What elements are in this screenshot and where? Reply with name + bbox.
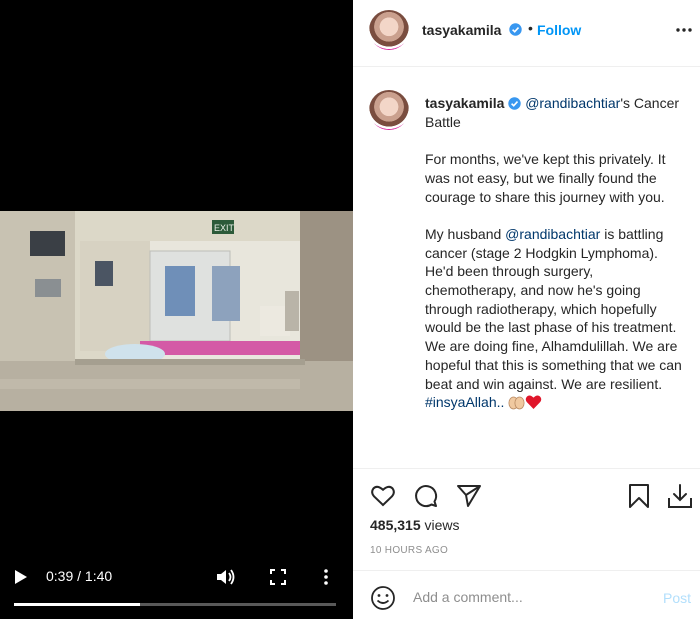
video-player[interactable]: EXIT 0:39 / 1:40	[0, 0, 353, 619]
caption-section: tasyakamila @randibachtiar's Cancer Batt…	[353, 68, 700, 468]
time-separator: /	[73, 568, 85, 584]
bookmark-icon[interactable]	[626, 483, 652, 509]
comment-icon[interactable]	[413, 483, 439, 509]
video-frame[interactable]: EXIT	[0, 211, 353, 411]
caption-paragraph-2-body: is battling cancer (stage 2 Hodgkin Lymp…	[425, 225, 686, 392]
hospital-room-scene: EXIT	[0, 211, 353, 411]
post-panel: tasyakamila • Follow tasyakamila @randib…	[353, 0, 700, 619]
video-controls: 0:39 / 1:40	[0, 560, 353, 619]
volume-icon[interactable]	[216, 568, 236, 586]
author-username[interactable]: tasyakamila	[422, 22, 501, 38]
video-time: 0:39 / 1:40	[46, 568, 112, 584]
author-avatar[interactable]	[369, 10, 409, 50]
more-horizontal-icon[interactable]	[675, 20, 693, 40]
views-number: 485,315	[370, 517, 421, 533]
play-icon[interactable]	[14, 569, 28, 585]
post-header: tasyakamila • Follow	[353, 0, 700, 67]
caption-title-mention[interactable]: @randibachtiar	[525, 95, 620, 111]
comment-bar: Post	[353, 570, 700, 619]
instagram-post-view: EXIT 0:39 / 1:40 tasyakamila • Follow ta…	[0, 0, 700, 619]
download-icon[interactable]	[667, 483, 693, 509]
share-icon[interactable]	[456, 483, 482, 509]
caption-paragraph-1: For months, we've kept this privately. I…	[425, 151, 666, 205]
caption-author-avatar[interactable]	[369, 90, 409, 130]
caption-hashtag[interactable]: #insyaAllah..	[425, 394, 504, 410]
video-progress-fill	[14, 603, 140, 606]
more-vertical-icon[interactable]	[322, 568, 330, 586]
caption-paragraph-2-mention[interactable]: @randibachtiar	[505, 226, 600, 242]
views-label: views	[420, 517, 460, 533]
follow-button[interactable]: Follow	[537, 22, 581, 38]
heart-icon[interactable]	[370, 483, 396, 509]
red-heart-icon	[526, 395, 542, 410]
post-actions	[353, 468, 700, 520]
duration: 1:40	[84, 568, 113, 584]
caption-author-username[interactable]: tasyakamila	[425, 95, 504, 111]
separator-dot: •	[528, 20, 533, 36]
folded-hands-icon	[508, 396, 525, 410]
caption-paragraph-2-prefix: My husband	[425, 225, 506, 242]
verified-badge-icon	[509, 23, 522, 36]
verified-badge-icon	[508, 97, 521, 110]
smile-icon[interactable]	[370, 585, 396, 611]
video-progress-bar[interactable]	[14, 603, 336, 606]
caption-text: tasyakamila @randibachtiar's Cancer Batt…	[425, 94, 687, 412]
post-comment-button[interactable]: Post	[663, 590, 691, 606]
post-timestamp[interactable]: 10 HOURS AGO	[370, 545, 448, 556]
fullscreen-icon[interactable]	[270, 569, 286, 585]
exit-sign: EXIT	[214, 223, 235, 233]
comment-input[interactable]	[413, 586, 643, 608]
current-time: 0:39	[46, 568, 74, 584]
views-count[interactable]: 485,315 views	[370, 517, 460, 533]
